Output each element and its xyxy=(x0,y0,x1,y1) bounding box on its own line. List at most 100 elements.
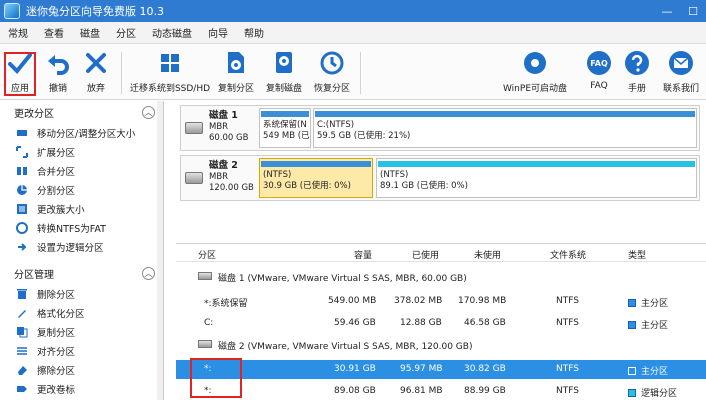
sidebar-item-cluster-size[interactable]: 更改簇大小 xyxy=(0,199,163,218)
table-row[interactable]: *:系统保留 549.00 MB 378.02 MB 170.98 MB NTF… xyxy=(176,292,706,311)
menu-general[interactable]: 常规 xyxy=(0,25,36,40)
trash-icon xyxy=(16,288,28,300)
cell-partition: *:系统保留 xyxy=(204,299,248,309)
undo-button[interactable]: 撤销 xyxy=(44,48,72,98)
discard-button[interactable]: 放弃 xyxy=(82,48,110,98)
menu-bar: 常规 查看 磁盘 分区 动态磁盘 向导 帮助 xyxy=(0,22,706,44)
sidebar-item-label: 移动分区/调整分区大小 xyxy=(37,128,136,140)
col-used[interactable]: 已使用 xyxy=(412,248,439,261)
toolbar-separator xyxy=(360,52,361,94)
contact-button[interactable]: 联系我们 xyxy=(660,48,702,98)
menu-view[interactable]: 查看 xyxy=(36,25,72,40)
disk-group-label: 磁盘 2 (VMware, VMware Virtual S SAS, MBR,… xyxy=(218,342,473,352)
minimize-button[interactable]: — xyxy=(654,0,680,22)
sidebar-item-wipe[interactable]: 擦除分区 xyxy=(0,360,163,379)
sidebar-item-label: 擦除分区 xyxy=(37,365,76,377)
label-icon xyxy=(16,383,28,395)
disk-1-row[interactable]: 磁盘 1 MBR 60.00 GB 系统保留(N 549 MB (已使 C:(N… xyxy=(180,105,700,151)
sidebar-item-set-logical[interactable]: 设置为逻辑分区 xyxy=(0,237,163,256)
sidebar-scrollbar[interactable] xyxy=(157,101,163,400)
collapse-icon[interactable]: ︿ xyxy=(142,105,155,119)
cell-capacity: 89.08 GB xyxy=(334,386,376,396)
row-highlight-frame xyxy=(190,358,242,398)
copy-partition-button[interactable]: 复制分区 xyxy=(214,48,258,98)
cell-used: 12.88 GB xyxy=(400,318,442,328)
sidebar-item-align[interactable]: 对齐分区 xyxy=(0,341,163,360)
maximize-button[interactable]: ☐ xyxy=(680,0,706,22)
partition-label: (NTFS) xyxy=(380,170,409,180)
col-capacity[interactable]: 容量 xyxy=(354,248,372,261)
split-icon xyxy=(16,184,28,196)
convert-icon xyxy=(16,221,28,234)
cell-type: 主分区 xyxy=(628,318,668,331)
section-title: 更改分区 xyxy=(14,108,54,120)
partition-block[interactable]: (NTFS) 89.1 GB (已使用: 0%) xyxy=(376,158,697,198)
menu-partition[interactable]: 分区 xyxy=(108,25,144,40)
menu-disk[interactable]: 磁盘 xyxy=(72,25,108,40)
sidebar-item-convert-ntfs-fat[interactable]: 转换NTFS为FAT xyxy=(0,218,163,237)
table-row[interactable]: C: 59.46 GB 12.88 GB 46.58 GB NTFS 主分区 xyxy=(176,314,706,333)
cell-unused: 170.98 MB xyxy=(458,296,507,306)
cell-unused: 88.99 GB xyxy=(464,386,506,396)
sidebar-section-partition-management[interactable]: 分区管理 ︿ xyxy=(0,262,163,284)
recover-partition-button[interactable]: 恢复分区 xyxy=(310,48,354,98)
primary-type-icon xyxy=(628,299,636,307)
sidebar-item-move-resize[interactable]: 移动分区/调整分区大小 xyxy=(0,123,163,142)
sidebar-section-change-partition[interactable]: 更改分区 ︿ xyxy=(0,101,163,123)
hard-drive-icon xyxy=(185,122,203,134)
partition-block[interactable]: C:(NTFS) 59.5 GB (已使用: 21%) xyxy=(313,108,697,148)
partition-size: 549 MB (已使 xyxy=(263,131,310,141)
disk-type: MBR xyxy=(209,172,229,182)
usage-bar xyxy=(378,161,695,167)
col-type[interactable]: 类型 xyxy=(628,248,646,261)
type-label: 主分区 xyxy=(641,321,669,331)
menu-help[interactable]: 帮助 xyxy=(236,25,272,40)
toolbar-separator xyxy=(121,52,122,94)
sidebar-item-label: 设置为逻辑分区 xyxy=(37,242,104,254)
resize-icon xyxy=(16,127,28,139)
x-icon xyxy=(81,48,111,78)
cell-type: 主分区 xyxy=(628,364,668,377)
sidebar-item-label: 分割分区 xyxy=(37,185,76,197)
type-label: 主分区 xyxy=(641,367,669,377)
table-row[interactable]: *: 89.08 GB 96.81 MB 88.99 GB NTFS 逻辑分区 xyxy=(176,382,706,400)
disk-2-row[interactable]: 磁盘 2 MBR 120.00 GB (NTFS) 30.9 GB (已使用: … xyxy=(180,155,700,201)
hard-drive-icon xyxy=(198,272,212,280)
disk-group-label: 磁盘 1 (VMware, VMware Virtual S SAS, MBR,… xyxy=(218,274,467,284)
cell-partition: C: xyxy=(204,318,214,328)
col-unused[interactable]: 未使用 xyxy=(474,248,501,261)
sidebar-item-label: 扩展分区 xyxy=(37,147,76,159)
sidebar-item-extend[interactable]: 扩展分区 xyxy=(0,142,163,161)
col-filesystem[interactable]: 文件系统 xyxy=(550,248,586,261)
faq-button[interactable]: FAQ FAQ xyxy=(584,48,614,98)
col-partition[interactable]: 分区 xyxy=(198,248,216,261)
sidebar-item-merge[interactable]: 合并分区 xyxy=(0,161,163,180)
disk-group-header[interactable]: 磁盘 2 (VMware, VMware Virtual S SAS, MBR,… xyxy=(176,336,706,355)
partition-block[interactable]: 系统保留(N 549 MB (已使 xyxy=(259,108,311,148)
faq-label: FAQ xyxy=(590,81,608,91)
collapse-icon[interactable]: ︿ xyxy=(142,266,155,280)
table-row-selected[interactable]: *: 30.91 GB 95.97 MB 30.82 GB NTFS 主分区 xyxy=(176,360,706,379)
sidebar-item-split[interactable]: 分割分区 xyxy=(0,180,163,199)
disk-name: 磁盘 1 xyxy=(209,110,238,121)
primary-type-icon xyxy=(628,367,636,375)
sidebar: 更改分区 ︿ 移动分区/调整分区大小 扩展分区 合并分区 分割分区 更改簇大小 … xyxy=(0,101,164,400)
winpe-button[interactable]: WinPE可启动盘 xyxy=(500,48,570,98)
cell-used: 96.81 MB xyxy=(400,386,443,396)
sidebar-item-change-label[interactable]: 更改卷标 xyxy=(0,379,163,398)
menu-wizard[interactable]: 向导 xyxy=(200,25,236,40)
recover-partition-icon xyxy=(317,48,347,78)
partition-block-selected[interactable]: (NTFS) 30.9 GB (已使用: 0%) xyxy=(259,158,373,198)
migrate-os-button[interactable]: 迁移系统到SSD/HD xyxy=(130,48,210,98)
menu-dynamic-disk[interactable]: 动态磁盘 xyxy=(144,25,200,40)
usage-bar xyxy=(261,161,371,167)
sidebar-item-delete[interactable]: 删除分区 xyxy=(0,284,163,303)
partition-size: 59.5 GB (已使用: 21%) xyxy=(317,131,411,141)
copy-disk-button[interactable]: 复制磁盘 xyxy=(262,48,306,98)
faq-icon: FAQ xyxy=(584,48,614,78)
logical-type-icon xyxy=(628,389,636,397)
sidebar-item-format[interactable]: 格式化分区 xyxy=(0,303,163,322)
sidebar-item-copy[interactable]: 复制分区 xyxy=(0,322,163,341)
manual-button[interactable]: 手册 xyxy=(622,48,652,98)
disk-group-header[interactable]: 磁盘 1 (VMware, VMware Virtual S SAS, MBR,… xyxy=(176,268,706,287)
